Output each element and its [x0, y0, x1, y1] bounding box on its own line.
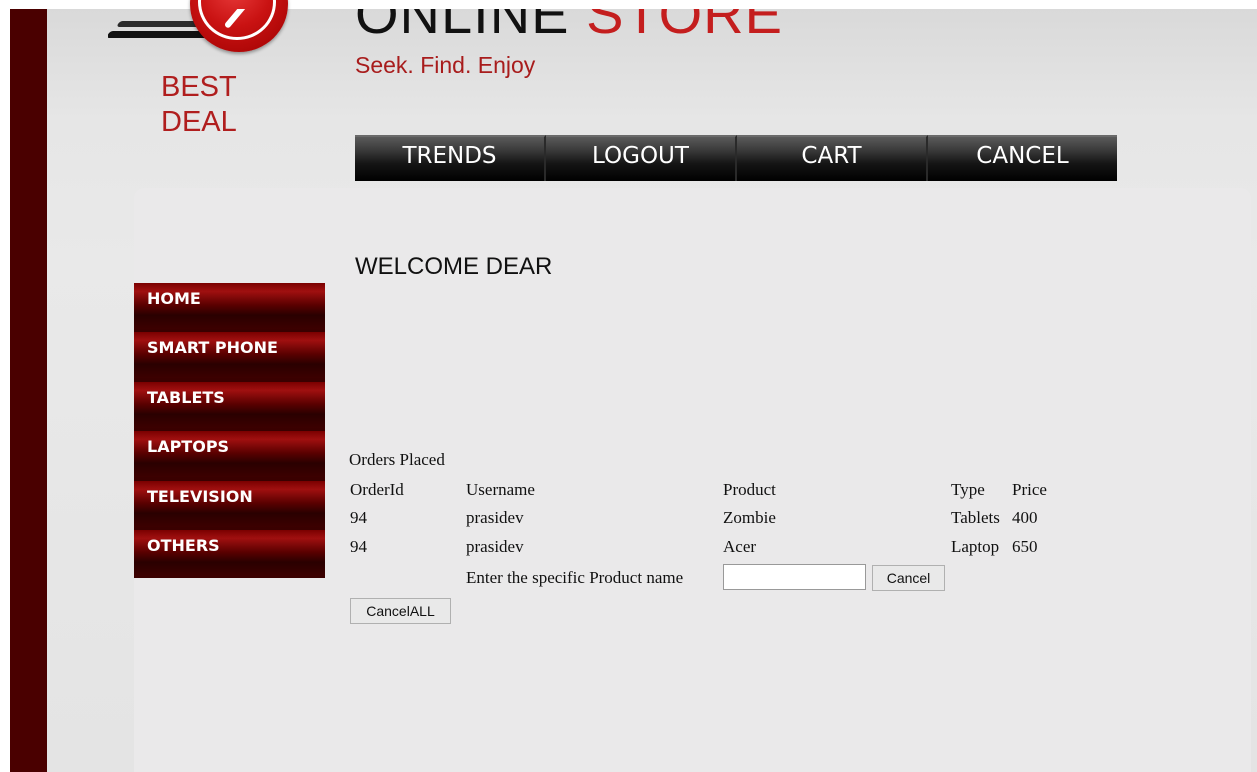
- sidebar-item-home[interactable]: HOME: [134, 283, 325, 329]
- nav-cancel[interactable]: CANCEL: [928, 135, 1117, 181]
- sidebar-item-laptops[interactable]: LAPTOPS: [134, 431, 325, 477]
- header-product: Product: [723, 480, 776, 499]
- nav-trends[interactable]: TRENDS: [355, 135, 546, 181]
- header-price: Price: [1012, 480, 1047, 499]
- cell-type: Laptop: [951, 537, 1000, 556]
- nav-cart[interactable]: CART: [737, 135, 928, 181]
- product-name-input[interactable]: [723, 564, 866, 590]
- cell-username: prasidev: [466, 537, 524, 556]
- cell-order-id: 94: [350, 537, 367, 556]
- store-title: ONLINE STORE: [355, 9, 855, 45]
- cancel-all-button[interactable]: CancelALL: [350, 598, 451, 624]
- logo-line-1: BEST: [161, 71, 237, 103]
- nav-logout[interactable]: LOGOUT: [546, 135, 737, 181]
- cell-price: 400: [1012, 508, 1038, 527]
- logo-line-2: DEAL: [161, 106, 237, 138]
- cell-product: Zombie: [723, 508, 776, 527]
- sidebar-item-tablets[interactable]: TABLETS: [134, 382, 325, 428]
- cell-order-id: 94: [350, 508, 367, 527]
- store-title-part-1: ONLINE: [355, 9, 570, 45]
- sidebar: HOME SMART PHONE TABLETS LAPTOPS TELEVIS…: [134, 283, 325, 578]
- top-margin: [0, 0, 1257, 9]
- top-nav: TRENDS LOGOUT CART CANCEL: [355, 135, 1117, 181]
- product-name-label: Enter the specific Product name: [466, 568, 684, 587]
- orders-caption: Orders Placed: [349, 450, 445, 469]
- sidebar-item-television[interactable]: TELEVISION: [134, 481, 325, 527]
- cell-product: Acer: [723, 537, 757, 556]
- logo-text[interactable]: BEST DEAL: [161, 70, 237, 140]
- left-accent-bar: [10, 9, 47, 772]
- cell-username: prasidev: [466, 508, 524, 527]
- header-username: Username: [466, 480, 535, 499]
- logo-check-icon: [214, 9, 254, 35]
- sidebar-item-smart-phone[interactable]: SMART PHONE: [134, 332, 325, 378]
- cell-type: Tablets: [951, 508, 1000, 527]
- cancel-button[interactable]: Cancel: [872, 565, 945, 591]
- left-margin: [0, 0, 10, 772]
- tagline: Seek. Find. Enjoy: [355, 52, 536, 78]
- header-type: Type: [951, 480, 985, 499]
- store-title-part-2: STORE: [586, 9, 783, 45]
- header-order-id: OrderId: [350, 480, 404, 499]
- sidebar-item-others[interactable]: OTHERS: [134, 530, 325, 576]
- welcome-heading: WELCOME DEAR: [355, 253, 553, 280]
- cell-price: 650: [1012, 537, 1038, 556]
